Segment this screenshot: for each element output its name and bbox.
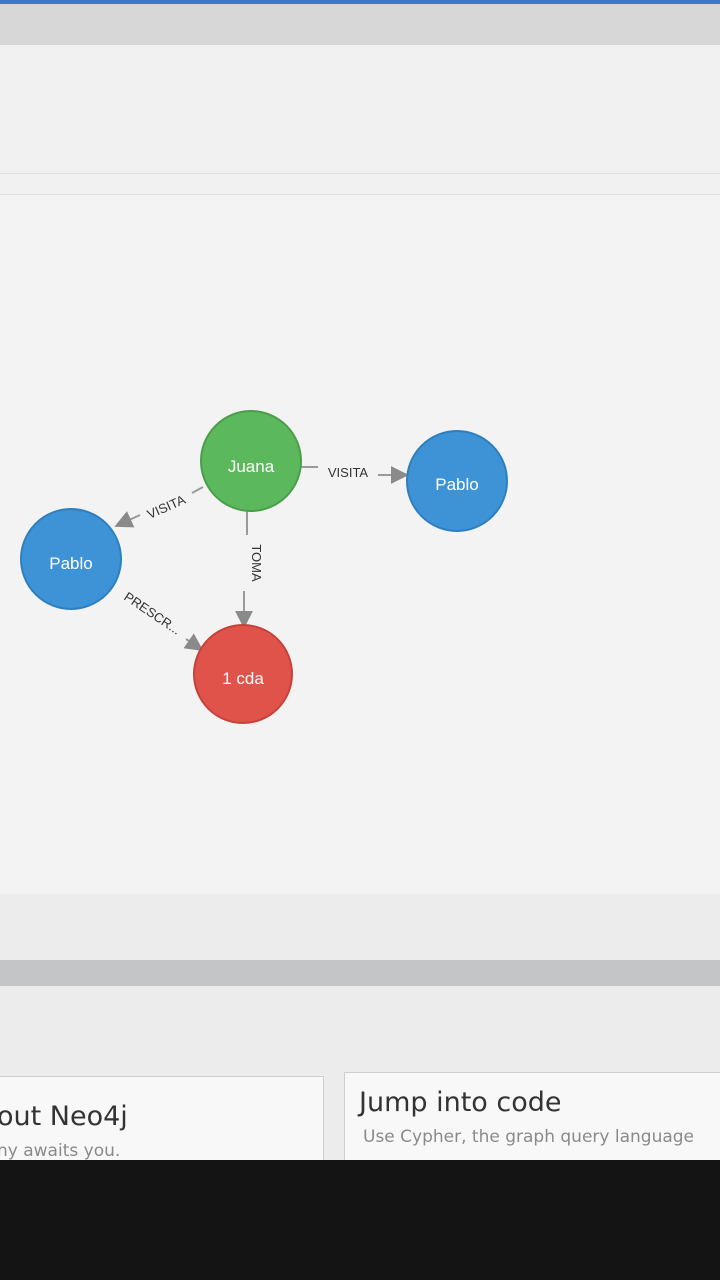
node-pablo-right[interactable]: Pablo [406,430,508,532]
node-pablo-left[interactable]: Pablo [20,508,122,610]
relationship-prescr[interactable]: PRESCR... [121,589,204,652]
relationship-label: TOMA [249,544,264,582]
browser-top-bar [0,0,720,44]
relationship-label: VISITA [328,465,369,480]
card-subtitle: ny awaits you. [0,1141,121,1161]
card-title: Jump into code [359,1087,562,1118]
relationship-toma[interactable]: TOMA [235,511,264,629]
section-divider [0,960,720,986]
graph-visualization[interactable]: VISITA VISITA TOMA PRESCR... Juana Pablo… [0,194,720,895]
guide-section: out Neo4j ny awaits you. Jump into code … [0,894,720,1178]
node-juana[interactable]: Juana [200,410,302,512]
node-label: Juana [228,457,275,476]
node-1-cda[interactable]: 1 cda [193,624,293,724]
node-label: Pablo [435,475,478,494]
screen-bezel [0,1160,720,1280]
node-label: 1 cda [222,669,264,688]
relationship-visita-left[interactable]: VISITA [114,486,204,528]
editor-header [0,44,720,195]
relationship-label: PRESCR... [121,589,183,638]
header-divider [0,173,720,174]
card-title: out Neo4j [0,1101,128,1132]
node-label: Pablo [49,554,92,573]
top-accent-line [0,0,720,4]
relationship-visita-right[interactable]: VISITA [300,465,409,484]
card-subtitle: Use Cypher, the graph query language [363,1127,695,1147]
relationship-label: VISITA [145,492,188,522]
